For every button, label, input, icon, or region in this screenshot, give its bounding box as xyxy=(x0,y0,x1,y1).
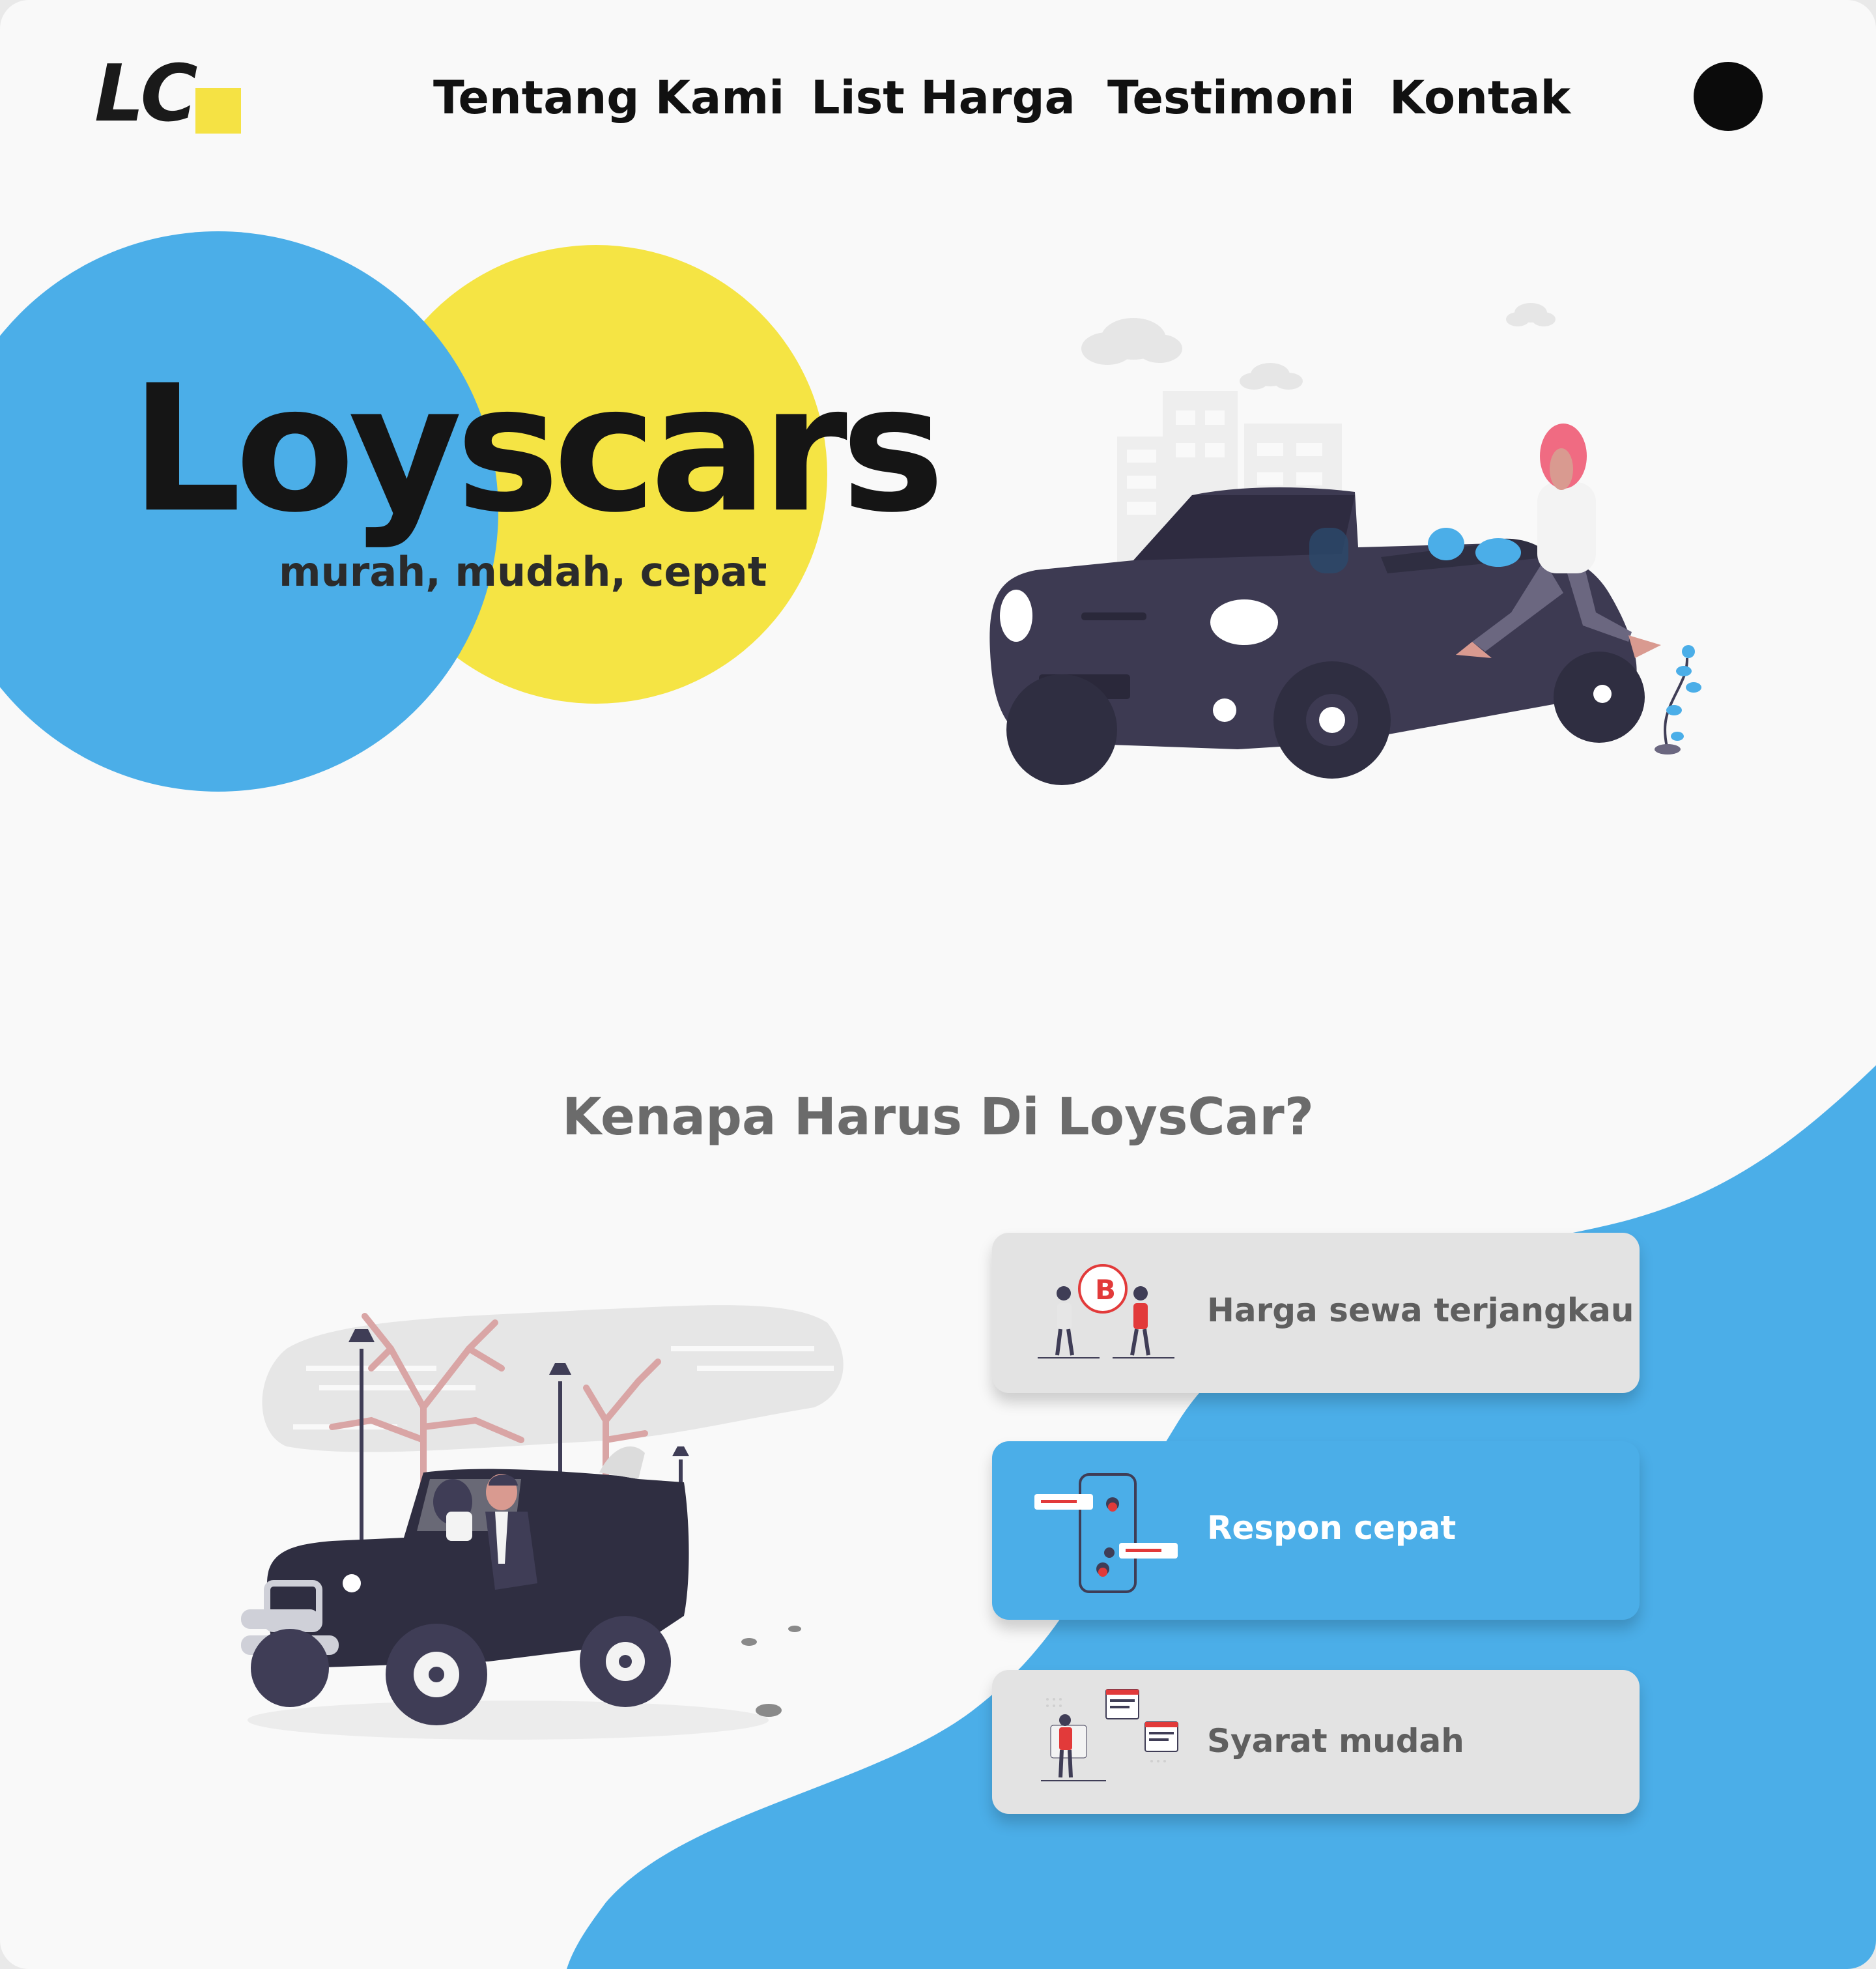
feature-label-respon: Respon cepat xyxy=(1207,1509,1457,1547)
page: LC Tentang Kami List Harga Testimoni Kon… xyxy=(0,0,1876,1969)
nav-list-harga[interactable]: List Harga xyxy=(811,65,1075,130)
feature-card-syarat[interactable]: Syarat mudah xyxy=(992,1670,1640,1814)
price-exchange-icon: B xyxy=(1038,1264,1174,1358)
nav-kontak[interactable]: Kontak xyxy=(1389,65,1570,130)
logo-text: LC xyxy=(94,49,198,139)
hero-subtitle: murah, mudah, cepat xyxy=(279,548,767,596)
feature-card-harga[interactable]: B Harga sewa terjangkau xyxy=(992,1233,1640,1393)
feature-card-respon[interactable]: Respon cepat xyxy=(992,1441,1640,1620)
feature-label-harga: Harga sewa terjangkau xyxy=(1207,1291,1634,1329)
hero-title: Loyscars xyxy=(130,348,945,551)
jeep-illustration xyxy=(241,1305,844,1740)
nav-testimoni[interactable]: Testimoni xyxy=(1107,65,1355,130)
svg-text:B: B xyxy=(1095,1274,1116,1306)
logo-accent-square xyxy=(195,88,241,134)
convertible-car-illustration xyxy=(989,303,1701,785)
user-avatar[interactable] xyxy=(1694,62,1763,131)
nav-tentang-kami[interactable]: Tentang Kami xyxy=(433,65,784,130)
feature-label-syarat: Syarat mudah xyxy=(1207,1722,1464,1760)
features-title: Kenapa Harus Di LoysCar? xyxy=(561,1088,1315,1147)
logo[interactable]: LC xyxy=(94,52,251,137)
chat-phone-icon xyxy=(1034,1473,1178,1593)
documents-icon xyxy=(1041,1689,1178,1781)
